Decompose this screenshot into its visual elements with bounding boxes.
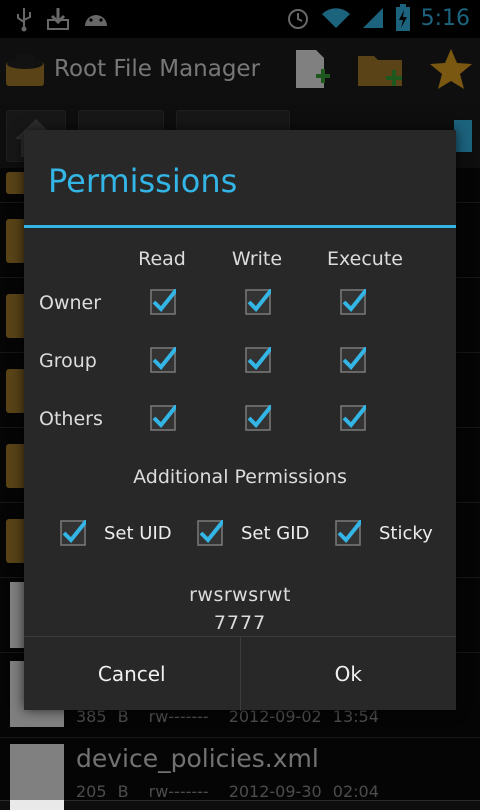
row-label-owner: Owner: [39, 292, 102, 314]
setgid-checkbox[interactable]: [197, 520, 223, 546]
group-read-checkbox[interactable]: [150, 347, 176, 373]
ok-button[interactable]: Ok: [239, 637, 457, 711]
title-divider: [24, 225, 456, 228]
dialog-title: Permissions: [48, 162, 238, 200]
column-read: Read: [138, 248, 186, 270]
owner-write-checkbox[interactable]: [245, 289, 271, 315]
column-write: Write: [231, 248, 283, 270]
sticky-option[interactable]: Sticky: [335, 520, 433, 546]
setuid-label: Set UID: [104, 522, 172, 544]
column-execute: Execute: [327, 248, 403, 270]
group-execute-checkbox[interactable]: [340, 347, 366, 373]
row-label-others: Others: [39, 408, 103, 430]
symbolic-permissions: rwsrwsrwt: [189, 584, 291, 606]
others-execute-checkbox[interactable]: [340, 405, 366, 431]
row-label-group: Group: [39, 350, 97, 372]
dialog-button-bar: Cancel Ok: [24, 636, 456, 711]
group-write-checkbox[interactable]: [245, 347, 271, 373]
setgid-option[interactable]: Set GID: [197, 520, 309, 546]
permissions-dialog: Permissions Read Write Execute Owner Gro…: [24, 130, 456, 711]
setuid-option[interactable]: Set UID: [60, 520, 172, 546]
others-read-checkbox[interactable]: [150, 405, 176, 431]
setuid-checkbox[interactable]: [60, 520, 86, 546]
additional-permissions-heading: Additional Permissions: [133, 466, 347, 488]
sticky-checkbox[interactable]: [335, 520, 361, 546]
setgid-label: Set GID: [241, 522, 310, 544]
owner-read-checkbox[interactable]: [150, 289, 176, 315]
sticky-label: Sticky: [379, 522, 433, 544]
octal-permissions: 7777: [213, 612, 267, 634]
others-write-checkbox[interactable]: [245, 405, 271, 431]
cancel-button[interactable]: Cancel: [24, 637, 240, 711]
owner-execute-checkbox[interactable]: [340, 289, 366, 315]
